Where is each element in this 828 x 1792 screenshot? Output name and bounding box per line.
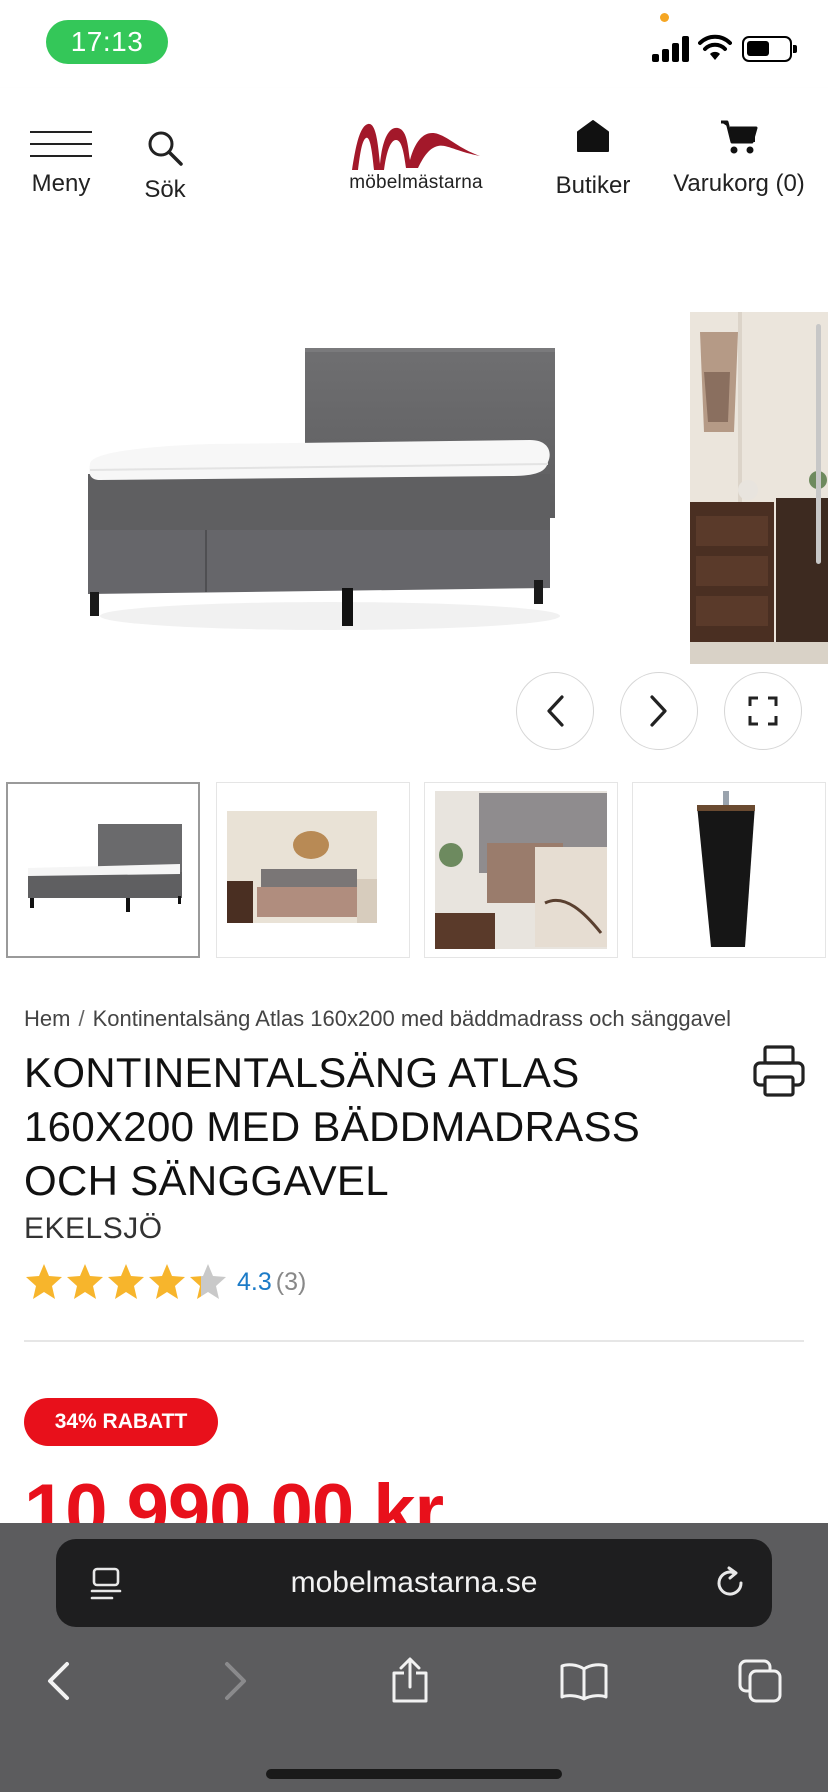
rating-stars (24, 1263, 229, 1301)
share-icon (392, 1657, 428, 1703)
bookmarks-button[interactable] (554, 1651, 614, 1711)
thumbnail-headboard-image (435, 791, 607, 949)
chevron-left-icon (48, 1662, 69, 1700)
print-icon[interactable] (752, 1044, 806, 1098)
bedroom-photo-partial (690, 312, 828, 664)
battery-icon (742, 36, 797, 62)
thumbnail-leg-image (697, 791, 755, 947)
menu-button[interactable]: Meny (26, 128, 96, 198)
privacy-indicator-dot (660, 13, 669, 22)
status-bar: 17:13 (0, 0, 828, 88)
chevron-right-icon (225, 1662, 246, 1700)
browser-back-button[interactable] (28, 1651, 88, 1711)
url-text: mobelmastarna.se (290, 1566, 538, 1599)
product-gallery (0, 224, 828, 764)
star-partial-icon (190, 1264, 226, 1299)
stores-label: Butiker (555, 172, 631, 199)
star-full-icon (67, 1264, 103, 1299)
star-full-icon (149, 1264, 185, 1299)
thumbnail-bedroom-image (227, 811, 377, 923)
thumbnail-4[interactable] (632, 782, 826, 958)
status-time: 17:13 (46, 20, 168, 64)
tabs-button[interactable] (730, 1651, 790, 1711)
cellular-signal-icon (652, 36, 692, 62)
review-count: (3) (275, 1267, 307, 1296)
next-image-button[interactable] (620, 672, 698, 750)
tabs-icon (738, 1659, 782, 1703)
logo-text: möbelmästarna (349, 172, 483, 193)
main-product-image[interactable] (60, 324, 580, 664)
thumbnail-1[interactable] (6, 782, 200, 958)
home-indicator[interactable] (266, 1769, 562, 1779)
thumbnail-3[interactable] (424, 782, 618, 958)
star-full-icon (26, 1264, 62, 1299)
next-image-preview[interactable] (690, 312, 828, 664)
thumbnail-2[interactable] (216, 782, 410, 958)
bookmarks-book-icon (560, 1663, 608, 1701)
chevron-right-icon (650, 695, 667, 727)
thumbnail-bed-image (28, 824, 182, 912)
chevron-left-icon (547, 695, 564, 727)
thumbnail-strip (0, 780, 828, 962)
product-title: KONTINENTALSÄNG ATLAS 160X200 MED BÄDDMA… (24, 1049, 641, 1204)
reload-icon[interactable] (712, 1565, 748, 1601)
site-header: Meny Sök möbelmästarna Butiker Varukorg … (0, 88, 828, 224)
product-rating[interactable]: 4.3 (3) (24, 1262, 306, 1302)
search-label: Sök (144, 176, 186, 203)
address-bar[interactable]: mobelmastarna.se (56, 1539, 772, 1627)
search-button[interactable]: Sök (130, 128, 200, 204)
cart-icon (721, 120, 758, 154)
fullscreen-button[interactable] (724, 672, 802, 750)
store-home-icon (577, 120, 609, 152)
stores-button[interactable]: Butiker (550, 118, 636, 200)
cart-button[interactable]: Varukorg (0) (664, 118, 814, 198)
site-logo[interactable]: möbelmästarna (346, 114, 486, 194)
star-full-icon (108, 1264, 144, 1299)
previous-image-button[interactable] (516, 672, 594, 750)
discount-badge: 34% RABATT (24, 1398, 218, 1446)
fullscreen-icon (748, 696, 778, 726)
breadcrumb-current: Kontinentalsäng Atlas 160x200 med bäddma… (92, 1006, 732, 1031)
search-icon (148, 131, 183, 166)
logo-mark-icon (352, 123, 480, 170)
hamburger-icon (30, 128, 92, 160)
cart-label: Varukorg (0) (673, 170, 805, 197)
page-scrollbar[interactable] (816, 324, 821, 564)
browser-forward-button[interactable] (206, 1651, 266, 1711)
menu-label: Meny (31, 170, 91, 197)
breadcrumb-separator: / (78, 1006, 85, 1031)
product-brand[interactable]: EKELSJÖ (24, 1212, 163, 1246)
rating-score: 4.3 (237, 1267, 272, 1296)
wifi-icon (698, 34, 732, 60)
browser-toolbar: mobelmastarna.se (0, 1523, 828, 1792)
share-button[interactable] (380, 1651, 440, 1711)
breadcrumb: Hem / Kontinentalsäng Atlas 160x200 med bä… (24, 1006, 731, 1032)
section-divider (24, 1340, 804, 1342)
breadcrumb-home-link[interactable]: Hem (24, 1006, 70, 1031)
